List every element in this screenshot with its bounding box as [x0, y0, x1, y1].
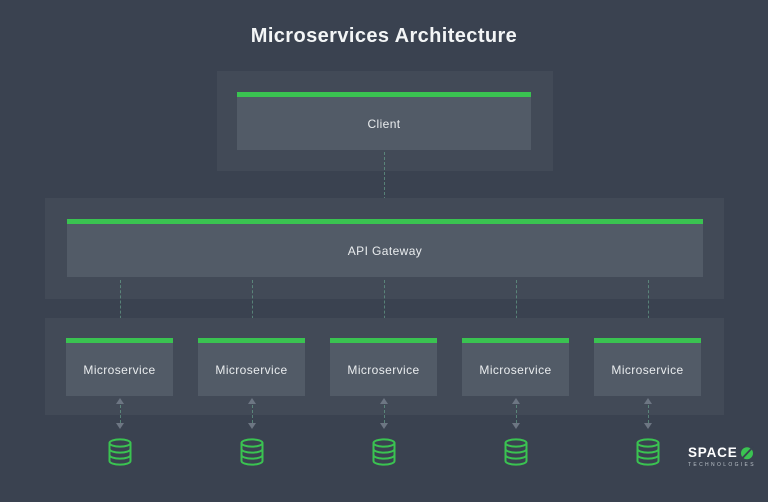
microservice-node-label: Microservice: [215, 362, 288, 377]
database-icon: [240, 438, 263, 466]
green-circle-slash-icon: [740, 445, 754, 460]
connector-ms-to-db-3: [383, 405, 385, 423]
connector-ms-to-db-1: [119, 405, 121, 423]
client-node: Client: [237, 92, 531, 150]
api-gateway-node-label: API Gateway: [347, 243, 423, 258]
arrow-up-icon: [511, 398, 520, 404]
arrow-down-icon: [247, 423, 256, 429]
arrow-down-icon: [511, 423, 520, 429]
brand-logo-text: SPACE: [688, 445, 738, 460]
microservice-node-label: Microservice: [611, 362, 684, 377]
brand-logo-subtext: TECHNOLOGIES: [688, 462, 756, 468]
brand-logo: SPACE TECHNOLOGIES: [688, 445, 760, 468]
connector-ms-to-db-5: [647, 405, 649, 423]
arrow-up-icon: [247, 398, 256, 404]
arrow-up-icon: [379, 398, 388, 404]
api-gateway-node: API Gateway: [67, 219, 703, 277]
microservice-node-2: Microservice: [198, 338, 305, 396]
microservice-node-3: Microservice: [330, 338, 437, 396]
arrow-up-icon: [643, 398, 652, 404]
microservice-node-label: Microservice: [83, 362, 156, 377]
database-icon: [372, 438, 395, 466]
microservice-node-4: Microservice: [462, 338, 569, 396]
database-icon: [636, 438, 659, 466]
connector-ms-to-db-4: [515, 405, 517, 423]
database-icon: [504, 438, 527, 466]
page-title: Microservices Architecture: [250, 25, 518, 47]
arrow-down-icon: [115, 423, 124, 429]
arrow-up-icon: [115, 398, 124, 404]
connector-ms-to-db-2: [251, 405, 253, 423]
arrow-down-icon: [643, 423, 652, 429]
microservice-node-5: Microservice: [594, 338, 701, 396]
diagram-canvas: Microservices Architecture Client API Ga…: [0, 0, 768, 502]
microservice-node-1: Microservice: [66, 338, 173, 396]
arrow-down-icon: [379, 423, 388, 429]
microservice-node-label: Microservice: [347, 362, 420, 377]
microservice-node-label: Microservice: [479, 362, 552, 377]
client-node-label: Client: [367, 116, 401, 131]
database-icon: [108, 438, 131, 466]
